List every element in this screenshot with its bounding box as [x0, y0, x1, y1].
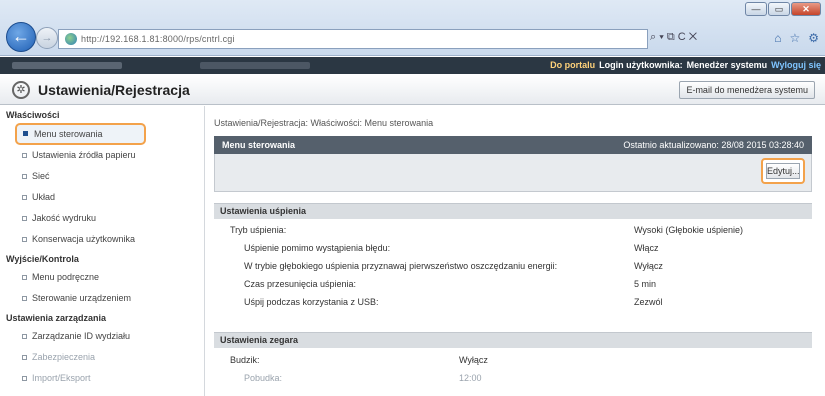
sidebar-item-network[interactable]: Sieć — [0, 166, 204, 187]
setting-row: Uśpienie pomimo wystąpienia błędu: Włącz — [214, 240, 812, 257]
maximize-button[interactable]: ▭ — [768, 2, 790, 16]
site-icon — [65, 33, 77, 45]
bullet-icon — [22, 153, 27, 158]
sidebar-item-import-export[interactable]: Import/Eksport — [0, 368, 204, 389]
bullet-icon — [22, 216, 27, 221]
back-arrow-icon[interactable]: ← — [6, 22, 36, 52]
bullet-icon — [22, 275, 27, 280]
sidebar-section-title: Właściwości — [6, 110, 60, 120]
setting-row: Pobudka: 12:00 — [214, 370, 812, 387]
setting-label: Pobudka: — [244, 373, 283, 383]
bullet-icon — [22, 237, 27, 242]
bullet-icon — [22, 376, 27, 381]
sleep-section-header: Ustawienia uśpienia — [214, 203, 812, 219]
panel-toolbar: Edytuj... — [214, 154, 812, 192]
sidebar-item-label: Jakość wydruku — [32, 213, 97, 223]
sidebar-section-title: Ustawienia zarządzania — [6, 313, 107, 323]
sidebar-item-department-id[interactable]: Zarządzanie ID wydziału — [0, 326, 204, 347]
setting-label: Czas przesunięcia uśpienia: — [244, 279, 357, 289]
sidebar-item-security[interactable]: Zabezpieczenia — [0, 347, 204, 368]
setting-value: 5 min — [634, 279, 657, 289]
sidebar-item-device-control[interactable]: Sterowanie urządzeniem — [0, 288, 204, 309]
bullet-icon — [22, 195, 27, 200]
close-window-button[interactable]: ✕ — [791, 2, 821, 16]
setting-row: W trybie głębokiego uśpienia przyznawaj … — [214, 258, 812, 275]
setting-row: Czas przesunięcia uśpienia: 5 min — [214, 276, 812, 293]
address-tools[interactable]: ⌕ ▾ ⧉ C ✕ — [650, 31, 697, 44]
edit-button[interactable]: Edytuj... — [766, 163, 800, 179]
sidebar-item-label: Zabezpieczenia — [32, 352, 96, 362]
sidebar-item-user-maintenance[interactable]: Konserwacja użytkownika — [0, 229, 204, 250]
sidebar-item-layout[interactable]: Układ — [0, 187, 204, 208]
setting-label: Uśpienie pomimo wystąpienia błędu: — [244, 243, 391, 253]
last-updated: Ostatnio aktualizowano: 28/08 2015 03:28… — [623, 140, 804, 150]
sidebar-item-label: Sieć — [32, 171, 50, 181]
sidebar-section-title: Wyjście/Kontrola — [6, 254, 79, 264]
bullet-icon — [22, 296, 27, 301]
window-controls: — ▭ ✕ — [745, 2, 821, 16]
bullet-icon — [22, 355, 27, 360]
main-content: Ustawienia/Rejestracja: Właściwości: Men… — [206, 106, 825, 396]
panel-header: Menu sterowania Ostatnio aktualizowano: … — [214, 136, 812, 154]
sidebar-item-label: Menu podręczne — [32, 272, 100, 282]
site-top-bar: Do portalu Login użytkownika: Menedżer s… — [0, 57, 825, 74]
login-label: Login użytkownika: — [599, 60, 683, 70]
setting-row: Tryb uśpienia: Wysoki (Głębokie uśpienie… — [214, 222, 812, 239]
browser-chrome: — ▭ ✕ ← → http://192.168.1.81:8000/rps/c… — [0, 0, 825, 56]
sidebar-item-label: Sterowanie urządzeniem — [32, 293, 132, 303]
setting-label: Uśpij podczas korzystania z USB: — [244, 297, 379, 307]
sidebar-item-shortcut-menu[interactable]: Menu podręczne — [0, 267, 204, 288]
sidebar-item-menu-sterowania[interactable]: Menu sterowania — [15, 123, 146, 145]
address-bar[interactable]: http://192.168.1.81:8000/rps/cntrl.cgi — [58, 29, 648, 49]
page-title: Ustawienia/Rejestracja — [38, 82, 190, 98]
user-bar: Do portalu Login użytkownika: Menedżer s… — [550, 60, 821, 70]
bullet-icon — [22, 334, 27, 339]
portal-link[interactable]: Do portalu — [550, 60, 595, 70]
forward-arrow-icon[interactable]: → — [36, 27, 58, 49]
sidebar: Właściwości Menu sterowania Ustawienia ź… — [0, 106, 205, 396]
device-info-blurred — [200, 62, 310, 69]
sidebar-item-label: Zarządzanie ID wydziału — [32, 331, 131, 341]
setting-label: Tryb uśpienia: — [230, 225, 287, 235]
edit-button-highlight: Edytuj... — [761, 158, 805, 184]
page-header: ✲ Ustawienia/Rejestracja E-mail do mened… — [0, 75, 825, 105]
panel-title: Menu sterowania — [222, 140, 296, 150]
email-admin-button[interactable]: E-mail do menedżera systemu — [679, 81, 815, 99]
user-name: Menedżer systemu — [686, 60, 768, 70]
setting-value: Wysoki (Głębokie uśpienie) — [634, 225, 743, 235]
setting-value: Zezwól — [634, 297, 663, 307]
device-name-blurred — [12, 62, 122, 69]
minimize-button[interactable]: — — [745, 2, 767, 16]
logout-link[interactable]: Wyloguj się — [771, 60, 821, 70]
sidebar-item-label: Konserwacja użytkownika — [32, 234, 136, 244]
setting-row: Uśpij podczas korzystania z USB: Zezwól — [214, 294, 812, 311]
sidebar-item-label: Ustawienia źródła papieru — [32, 150, 136, 160]
sidebar-item-paper-source[interactable]: Ustawienia źródła papieru — [0, 145, 204, 166]
tools-gear-icon[interactable]: ⚙ — [808, 31, 819, 45]
setting-value: Włącz — [634, 243, 659, 253]
setting-value: Wyłącz — [459, 355, 488, 365]
setting-label: W trybie głębokiego uśpienia przyznawaj … — [244, 261, 558, 271]
sidebar-item-label: Układ — [32, 192, 56, 202]
search-refresh-stop-icons[interactable]: ⌕ ▾ ⧉ C ✕ — [650, 31, 697, 44]
toolbar-icons: ⌂ ☆ ⚙ — [774, 31, 819, 45]
home-icon[interactable]: ⌂ — [774, 31, 781, 45]
clock-section-header: Ustawienia zegara — [214, 332, 812, 348]
settings-gear-icon: ✲ — [12, 81, 30, 99]
setting-label: Budzik: — [230, 355, 260, 365]
sidebar-item-print-quality[interactable]: Jakość wydruku — [0, 208, 204, 229]
bullet-icon — [23, 131, 28, 136]
setting-value: 12:00 — [459, 373, 482, 383]
address-url: http://192.168.1.81:8000/rps/cntrl.cgi — [81, 34, 235, 44]
favorites-star-icon[interactable]: ☆ — [789, 31, 800, 45]
bullet-icon — [22, 174, 27, 179]
setting-value: Wyłącz — [634, 261, 663, 271]
sidebar-item-label: Menu sterowania — [34, 129, 103, 139]
setting-row: Budzik: Wyłącz — [214, 352, 812, 369]
sidebar-item-label: Import/Eksport — [32, 373, 91, 383]
breadcrumb: Ustawienia/Rejestracja: Właściwości: Men… — [214, 118, 434, 128]
